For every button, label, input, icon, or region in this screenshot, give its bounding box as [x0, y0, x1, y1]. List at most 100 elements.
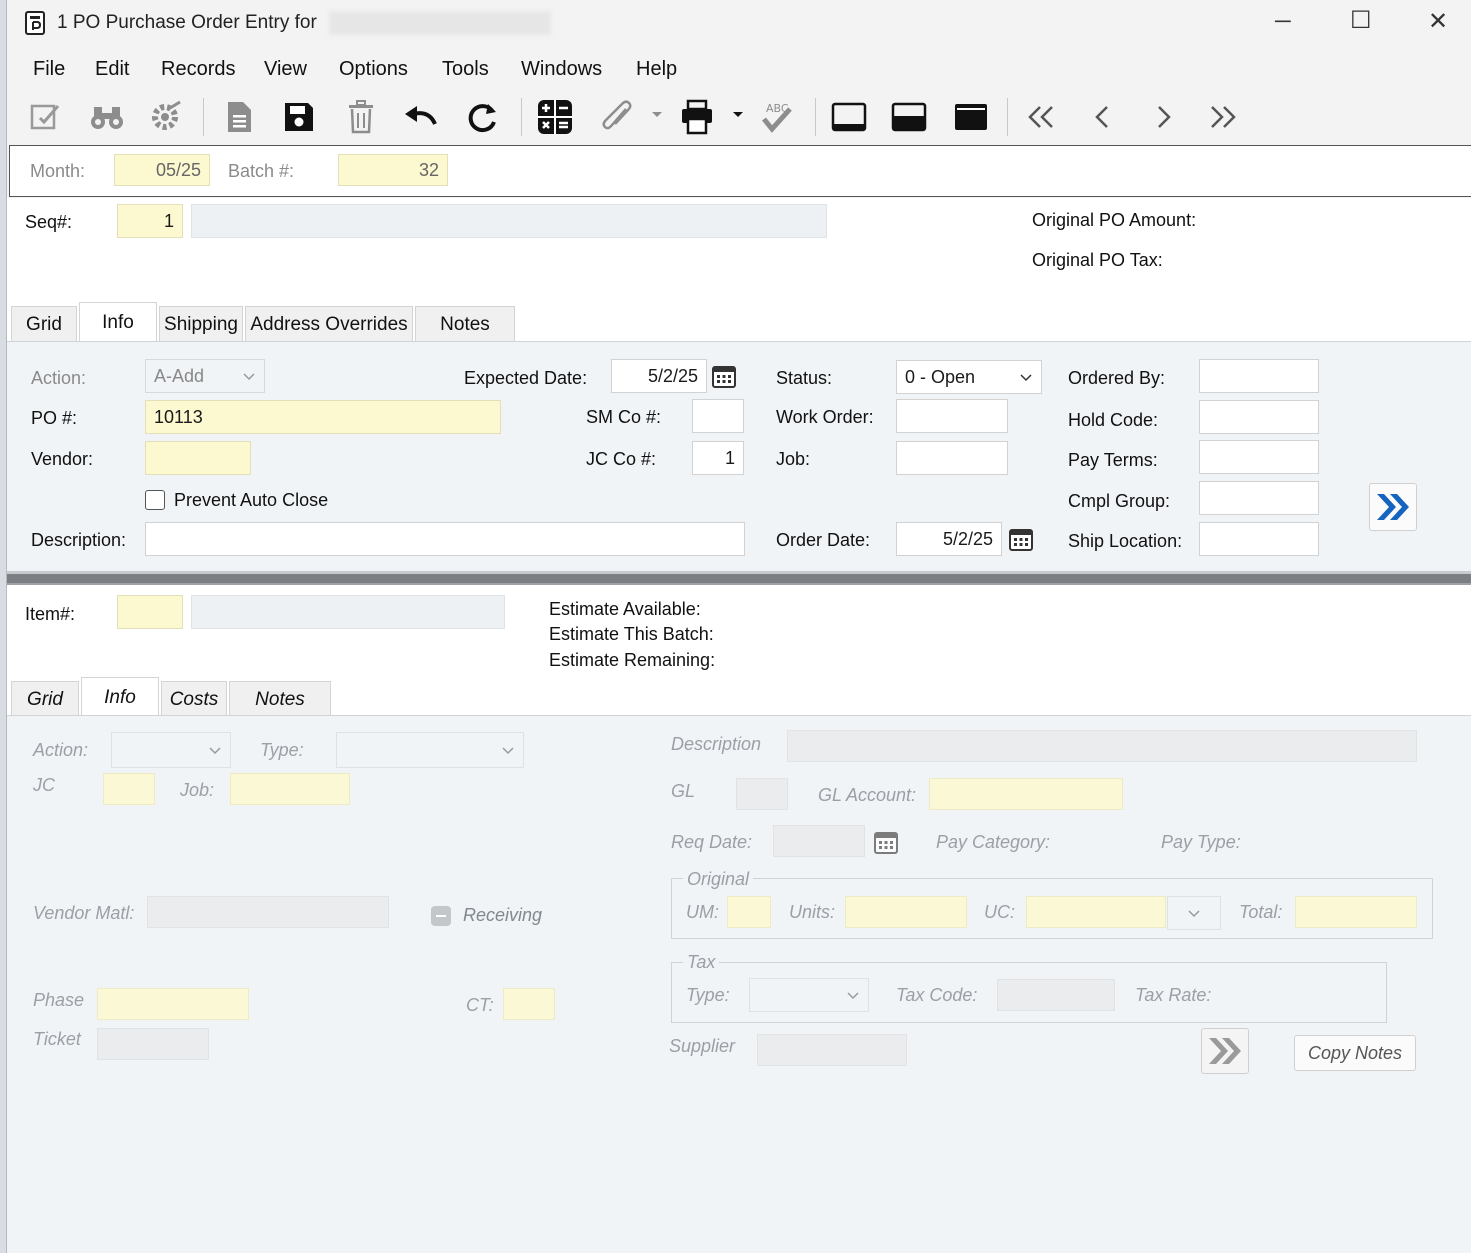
batch-field[interactable]: 32: [338, 154, 448, 186]
item-tab-costs[interactable]: Costs: [161, 681, 227, 717]
attachment-dropdown-arrow[interactable]: [652, 112, 662, 117]
status-select[interactable]: 0 - Open: [896, 360, 1042, 394]
po-info-panel: Action: A-Add PO #: 10113 Vendor: Preven…: [7, 341, 1471, 571]
tab-shipping[interactable]: Shipping: [159, 306, 243, 342]
undo-icon[interactable]: [399, 96, 443, 138]
batch-panel: Month: 05/25 Batch #: 32: [9, 145, 1471, 197]
item-tab-info[interactable]: Info: [81, 677, 159, 717]
print-dropdown-arrow[interactable]: [733, 112, 743, 117]
month-field[interactable]: 05/25: [114, 154, 210, 186]
item-action-select[interactable]: [111, 732, 231, 768]
menu-options[interactable]: Options: [339, 58, 408, 81]
gl-account-field[interactable]: [929, 778, 1123, 810]
calendar-icon[interactable]: [707, 359, 741, 393]
menu-file[interactable]: File: [33, 58, 65, 81]
minimize-button[interactable]: ─: [1275, 8, 1291, 34]
attachment-icon[interactable]: [595, 96, 639, 138]
job-field[interactable]: [896, 441, 1008, 475]
new-document-icon[interactable]: [217, 96, 261, 138]
print-icon[interactable]: [675, 96, 719, 138]
ship-location-field[interactable]: [1199, 522, 1319, 556]
phase-field[interactable]: [97, 988, 249, 1020]
layout-full-icon[interactable]: [949, 96, 993, 138]
menu-view[interactable]: View: [264, 58, 307, 81]
tab-address-overrides[interactable]: Address Overrides: [245, 306, 413, 342]
refresh-icon[interactable]: [461, 96, 505, 138]
seq-field[interactable]: 1: [117, 204, 183, 238]
units-field[interactable]: [845, 896, 967, 928]
menu-help[interactable]: Help: [636, 58, 677, 81]
layout-top-icon[interactable]: [827, 96, 871, 138]
tax-type-select[interactable]: [749, 978, 869, 1012]
vendor-field[interactable]: [145, 441, 251, 475]
tax-code-label: Tax Code:: [896, 985, 978, 1005]
layout-middle-icon[interactable]: [887, 96, 931, 138]
estimate-available-label: Estimate Available:: [549, 599, 701, 619]
prevent-auto-close-checkbox[interactable]: [145, 490, 165, 510]
calendar-icon[interactable]: [869, 825, 903, 859]
copy-notes-button[interactable]: Copy Notes: [1294, 1035, 1416, 1071]
menu-tools[interactable]: Tools: [442, 58, 489, 81]
previous-record-icon[interactable]: [1081, 96, 1125, 138]
double-chevron-right-icon[interactable]: [1201, 1028, 1249, 1074]
uc-label: UC:: [984, 902, 1015, 922]
sm-co-field[interactable]: [692, 399, 744, 433]
receiving-checkbox[interactable]: [431, 906, 451, 926]
uc-field[interactable]: [1026, 896, 1166, 928]
ct-field[interactable]: [503, 988, 555, 1020]
cmpl-group-field[interactable]: [1199, 481, 1319, 515]
delete-icon[interactable]: [339, 96, 383, 138]
vendor-matl-field[interactable]: [147, 896, 389, 928]
first-record-icon[interactable]: [1019, 96, 1063, 138]
ordered-by-field[interactable]: [1199, 359, 1319, 393]
total-field[interactable]: [1295, 896, 1417, 928]
uc-unit-select[interactable]: [1167, 896, 1221, 930]
close-button[interactable]: ✕: [1428, 7, 1448, 36]
um-field[interactable]: [727, 896, 771, 928]
pay-terms-field[interactable]: [1199, 440, 1319, 474]
save-icon[interactable]: [277, 96, 321, 138]
req-date-field[interactable]: [773, 825, 865, 857]
next-record-icon[interactable]: [1141, 96, 1185, 138]
maximize-button[interactable]: ☐: [1350, 6, 1372, 35]
gl-field[interactable]: [736, 778, 788, 810]
double-chevron-right-icon[interactable]: [1369, 483, 1417, 531]
spellcheck-icon[interactable]: ABC: [755, 96, 799, 138]
action-select[interactable]: A-Add: [145, 359, 265, 393]
item-type-select[interactable]: [336, 732, 524, 768]
ticket-field[interactable]: [97, 1028, 209, 1060]
binoculars-icon[interactable]: [85, 96, 129, 138]
jc-co-field[interactable]: 1: [692, 441, 744, 475]
item-tab-notes[interactable]: Notes: [229, 681, 331, 717]
tab-info[interactable]: Info: [79, 302, 157, 342]
tax-code-field[interactable]: [997, 979, 1115, 1011]
item-job-field[interactable]: [230, 773, 350, 805]
edit-icon[interactable]: [23, 96, 67, 138]
order-date-field[interactable]: 5/2/25: [896, 522, 1002, 556]
panel-splitter[interactable]: [7, 571, 1471, 585]
item-description-input[interactable]: [787, 730, 1417, 762]
item-field[interactable]: [117, 595, 183, 629]
toolbar-separator: [1007, 98, 1008, 136]
expected-date-field[interactable]: 5/2/25: [611, 359, 707, 393]
work-order-field[interactable]: [896, 399, 1008, 433]
menu-windows[interactable]: Windows: [521, 58, 602, 81]
header-tab-strip: Grid Info Shipping Address Overrides Not…: [11, 302, 1471, 342]
item-tab-grid[interactable]: Grid: [11, 681, 79, 717]
tab-notes[interactable]: Notes: [415, 306, 515, 342]
item-label: Item#:: [25, 604, 76, 624]
tab-grid[interactable]: Grid: [11, 306, 77, 342]
supplier-field[interactable]: [757, 1034, 907, 1066]
hold-code-field[interactable]: [1199, 400, 1319, 434]
menu-records[interactable]: Records: [161, 58, 235, 81]
gl-account-label: GL Account:: [818, 785, 917, 805]
calculator-icon[interactable]: [533, 96, 577, 138]
settings-gear-icon[interactable]: [145, 96, 189, 138]
item-jc-field[interactable]: [103, 773, 155, 805]
po-number-field[interactable]: 10113: [145, 400, 501, 434]
calendar-icon[interactable]: [1004, 522, 1038, 556]
last-record-icon[interactable]: [1201, 96, 1245, 138]
menu-edit[interactable]: Edit: [95, 58, 129, 81]
description-field[interactable]: [145, 522, 745, 556]
ship-location-label: Ship Location:: [1068, 531, 1183, 551]
